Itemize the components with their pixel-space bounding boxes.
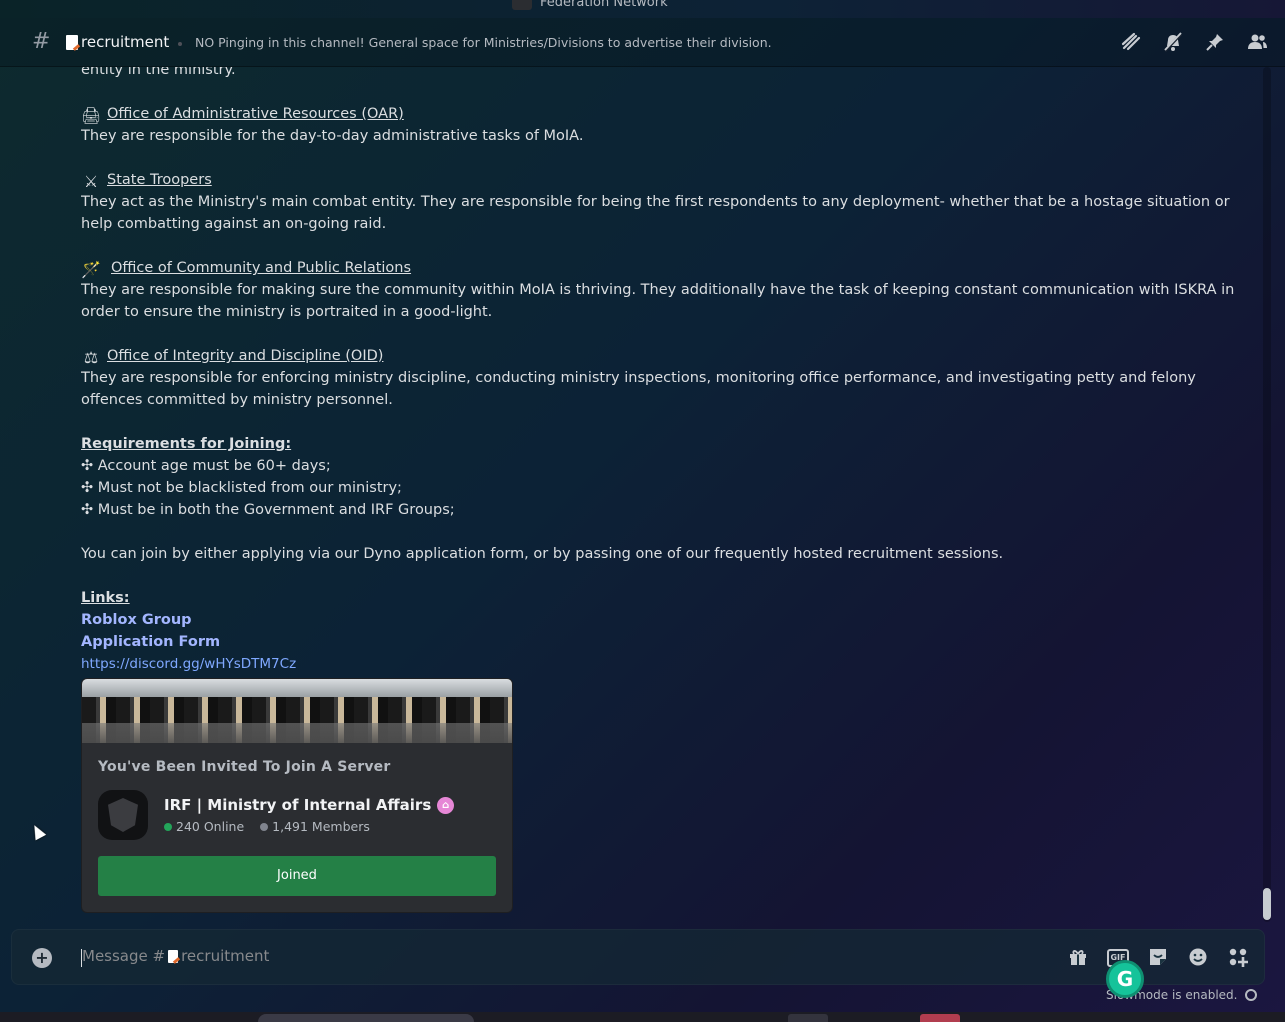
magic-wand-icon: 🪄 (81, 260, 101, 279)
requirements-heading: Requirements for Joining: (81, 436, 292, 452)
invite-url-link[interactable]: https://discord.gg/wHYsDTM7Cz (81, 653, 1241, 675)
links-heading: Links: (81, 590, 130, 606)
threads-icon[interactable] (1120, 31, 1142, 53)
channel-name-label: recruitment (81, 33, 170, 51)
section-title: Office of Community and Public Relations (111, 260, 412, 276)
notifications-muted-icon[interactable] (1162, 31, 1184, 53)
header-divider-dot (178, 42, 182, 46)
taskbar-app[interactable] (788, 1014, 828, 1022)
scrollbar-track[interactable] (1263, 67, 1271, 922)
memo-emoji-icon (66, 34, 78, 50)
scales-icon: ⚖ (83, 348, 99, 367)
window-titlebar: Federation Network (0, 0, 1285, 18)
scrollbar-thumb[interactable] (1263, 888, 1271, 920)
message-composer[interactable]: + Message # recruitment GIF (11, 929, 1265, 985)
memo-emoji-icon (168, 949, 179, 963)
section-state-troopers: ⚔ State Troopers They act as the Ministry… (81, 169, 1241, 235)
sticker-icon[interactable] (1147, 946, 1169, 968)
invite-server-name[interactable]: IRF | Ministry of Internal Affairs ⌂ (164, 796, 455, 814)
roblox-group-link[interactable]: Roblox Group (81, 609, 1241, 631)
printer-icon: 🖨 (81, 106, 102, 125)
taskbar-search[interactable] (258, 1014, 474, 1022)
invite-stats: 240 Online 1,491 Members (164, 819, 370, 834)
section-title: Office of Integrity and Discipline (OID) (107, 348, 384, 364)
titlebar-server: Federation Network (512, 0, 668, 10)
emoji-icon[interactable] (1187, 946, 1209, 968)
section-ocpr: 🪄 Office of Community and Public Relation… (81, 257, 1241, 323)
mouse-cursor-icon (29, 822, 47, 841)
section-title: State Troopers (107, 172, 212, 188)
invite-banner-image (82, 679, 512, 743)
apps-icon[interactable] (1227, 946, 1249, 968)
section-oid: ⚖ Office of Integrity and Discipline (OID… (81, 345, 1241, 411)
placeholder-prefix: Message # (82, 947, 166, 965)
requirement-item: ✣ Must not be blacklisted from our minis… (81, 480, 402, 496)
member-count: 1,491 Members (272, 819, 370, 834)
section-oar: 🖨 Office of Administrative Resources (OAR… (81, 103, 1241, 147)
joined-button[interactable]: Joined (98, 856, 496, 896)
taskbar (0, 1012, 1285, 1022)
members-dot-icon (260, 822, 269, 831)
section-title: Office of Administrative Resources (OAR) (107, 106, 404, 122)
invite-heading: You've Been Invited To Join A Server (98, 759, 391, 775)
online-dot-icon (164, 822, 172, 831)
pin-icon[interactable] (1204, 31, 1226, 53)
community-badge-icon: ⌂ (437, 796, 455, 814)
join-text: You can join by either applying via our … (81, 546, 1004, 562)
taskbar-app-active[interactable] (920, 1014, 960, 1022)
message-input[interactable]: Message # recruitment (82, 947, 269, 965)
section-text: They are responsible for enforcing minis… (81, 370, 1196, 408)
channel-topic[interactable]: NO Pinging in this channel! General spac… (195, 35, 772, 50)
member-list-icon[interactable] (1246, 31, 1268, 53)
online-count: 240 Online (176, 819, 245, 834)
server-avatar (512, 0, 532, 10)
section-text: They are responsible for making sure the… (81, 282, 1235, 320)
gift-icon[interactable] (1067, 946, 1089, 968)
requirement-item: ✣ Account age must be 60+ days; (81, 458, 331, 474)
invite-server-icon[interactable] (98, 790, 148, 840)
titlebar-server-name: Federation Network (540, 0, 668, 10)
add-attachment-icon[interactable]: + (32, 948, 52, 968)
timer-icon (1245, 989, 1258, 1001)
message-partial-line: entity in the ministry. (81, 67, 236, 78)
server-invite-embed: You've Been Invited To Join A Server IRF… (81, 678, 513, 913)
channel-header: # recruitment NO Pinging in this channel… (0, 18, 1285, 67)
channel-name: recruitment (66, 33, 169, 51)
channel-hash-icon: # (32, 29, 51, 54)
requirement-item: ✣ Must be in both the Government and IRF… (81, 502, 455, 518)
application-form-link[interactable]: Application Form (81, 631, 1241, 653)
grammarly-icon[interactable]: G (1106, 960, 1144, 998)
invite-server-name-label: IRF | Ministry of Internal Affairs (164, 796, 432, 814)
section-text: They act as the Ministry's main combat e… (81, 194, 1230, 232)
placeholder-channel: recruitment (181, 947, 270, 965)
section-text: They are responsible for the day-to-day … (81, 128, 584, 144)
crossed-swords-icon: ⚔ (83, 172, 99, 191)
